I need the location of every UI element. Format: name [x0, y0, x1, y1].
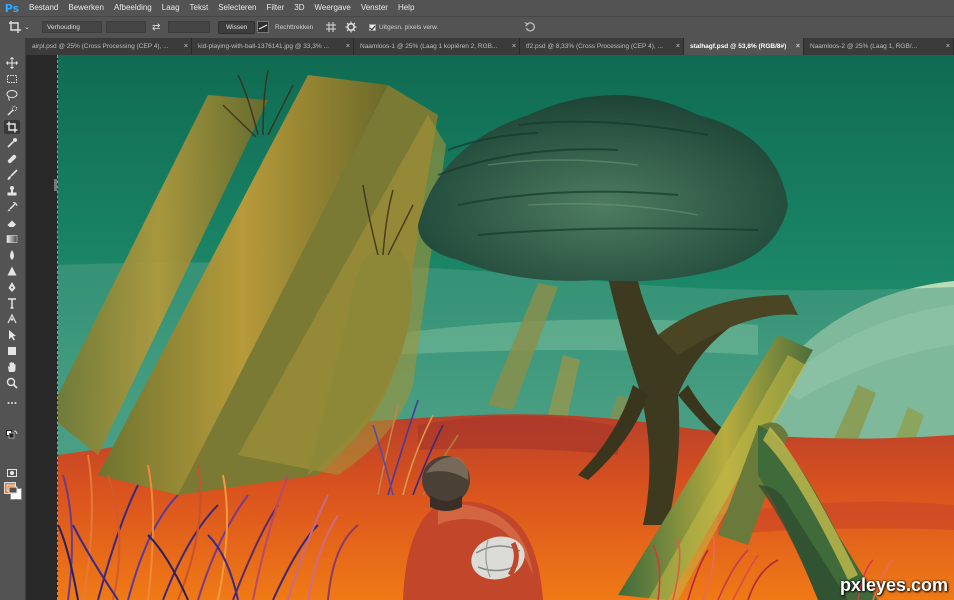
artwork-painting	[58, 55, 954, 600]
tab-airpl[interactable]: airpl.psd @ 25% (Cross Processing (CEP 4…	[26, 38, 192, 55]
document-tabs: airpl.psd @ 25% (Cross Processing (CEP 4…	[26, 38, 954, 55]
height-field[interactable]	[168, 21, 210, 33]
watermark: pxleyes.com	[839, 575, 948, 595]
pen-path-icon[interactable]	[4, 312, 20, 326]
straighten-label: Rechttrekken	[275, 23, 314, 31]
crop-tool-icon[interactable]	[4, 120, 20, 134]
delete-pixels-checkbox[interactable]	[369, 23, 376, 31]
hand-icon[interactable]	[4, 360, 20, 374]
close-icon[interactable]: ×	[346, 38, 350, 55]
close-icon[interactable]: ×	[676, 38, 680, 55]
more-tools-icon[interactable]	[4, 396, 20, 410]
crop-icon	[9, 21, 21, 33]
ratio-select[interactable]: Verhouding	[42, 21, 102, 33]
marquee-icon[interactable]	[4, 72, 20, 86]
crop-tool-preset[interactable]: ⌄	[8, 20, 30, 34]
move-icon[interactable]	[4, 56, 20, 70]
history-brush-icon[interactable]	[4, 200, 20, 214]
brush-icon[interactable]	[4, 168, 20, 182]
menu-bestand[interactable]: Bestand	[24, 0, 63, 16]
tab-label: Naamloos-2 @ 25% (Laag 1, RGB/...	[810, 43, 918, 50]
healing-icon[interactable]	[4, 152, 20, 166]
photoshop-logo: Ps	[4, 1, 20, 15]
zoom-icon[interactable]	[4, 376, 20, 390]
width-field[interactable]	[106, 21, 146, 33]
tab-tf2[interactable]: tf2.psd @ 8,33% (Cross Processing (CEP 4…	[520, 38, 684, 55]
pen-icon[interactable]	[4, 280, 20, 294]
close-icon[interactable]: ×	[796, 38, 800, 55]
delete-pixels-label: Uitgesn. pixels verw.	[379, 23, 439, 31]
tab-label: Naamloos-1 @ 25% (Laag 1 kopiëren 2, RGB…	[360, 43, 498, 50]
close-icon[interactable]: ×	[512, 38, 516, 55]
quick-mask-icon[interactable]	[4, 466, 20, 480]
chevron-down-icon: ⌄	[24, 24, 30, 31]
clear-button[interactable]: Wissen	[218, 20, 256, 34]
tab-label: stalhagf.psd @ 53,8% (RGB/8#)	[690, 43, 787, 50]
close-icon[interactable]: ×	[184, 38, 188, 55]
dodge-icon[interactable]	[4, 264, 20, 278]
close-icon[interactable]: ×	[946, 38, 950, 55]
menu-bewerken[interactable]: Bewerken	[63, 0, 109, 16]
tab-naamloos-2[interactable]: Naamloos-2 @ 25% (Laag 1, RGB/... ×	[804, 38, 954, 55]
screen-mode-icon[interactable]	[4, 482, 20, 496]
quick-select-icon[interactable]	[4, 104, 20, 118]
menu-bar: Ps Bestand Bewerken Afbeelding Laag Teks…	[0, 0, 954, 16]
blur-icon[interactable]	[4, 248, 20, 262]
clone-stamp-icon[interactable]	[4, 184, 20, 198]
tab-kid-playing[interactable]: kid-playing-with-ball-1376141.jpg @ 33,3…	[192, 38, 354, 55]
canvas-area[interactable]: pxleyes.com	[26, 55, 954, 600]
gradient-icon[interactable]	[4, 232, 20, 246]
menu-venster[interactable]: Venster	[356, 0, 393, 16]
menu-laag[interactable]: Laag	[157, 0, 185, 16]
delete-cropped-pixels-option[interactable]: Uitgesn. pixels verw.	[369, 20, 438, 34]
tab-naamloos-1[interactable]: Naamloos-1 @ 25% (Laag 1 kopiëren 2, RGB…	[354, 38, 520, 55]
type-icon[interactable]	[4, 296, 20, 310]
tab-label: tf2.psd @ 8,33% (Cross Processing (CEP 4…	[526, 43, 663, 50]
menu-tekst[interactable]: Tekst	[185, 0, 214, 16]
tab-label: airpl.psd @ 25% (Cross Processing (CEP 4…	[32, 43, 169, 50]
menu-3d[interactable]: 3D	[289, 0, 309, 16]
tab-label: kid-playing-with-ball-1376141.jpg @ 33,3…	[198, 43, 329, 50]
shape-icon[interactable]	[4, 344, 20, 358]
grid-overlay-icon[interactable]	[325, 21, 337, 33]
path-select-icon[interactable]	[4, 328, 20, 342]
tools-panel	[0, 38, 26, 600]
menu-selecteren[interactable]: Selecteren	[213, 0, 261, 16]
menu-afbeelding[interactable]: Afbeelding	[109, 0, 157, 16]
menu-filter[interactable]: Filter	[261, 0, 289, 16]
eyedropper-icon[interactable]	[4, 136, 20, 150]
tab-stalhagf[interactable]: stalhagf.psd @ 53,8% (RGB/8#) ×	[684, 38, 804, 55]
menu-weergave[interactable]: Weergave	[309, 0, 355, 16]
default-colors-icon[interactable]	[4, 430, 20, 440]
swap-icon[interactable]: ⇄	[152, 22, 160, 33]
gear-icon[interactable]	[345, 21, 357, 33]
menu-help[interactable]: Help	[393, 0, 419, 16]
reset-icon[interactable]	[524, 21, 536, 33]
lasso-icon[interactable]	[4, 88, 20, 102]
straighten-icon[interactable]	[257, 21, 269, 33]
eraser-icon[interactable]	[4, 216, 20, 230]
options-bar: ⌄ Verhouding ⇄ Wissen Rechttrekken Uitge…	[0, 16, 954, 38]
